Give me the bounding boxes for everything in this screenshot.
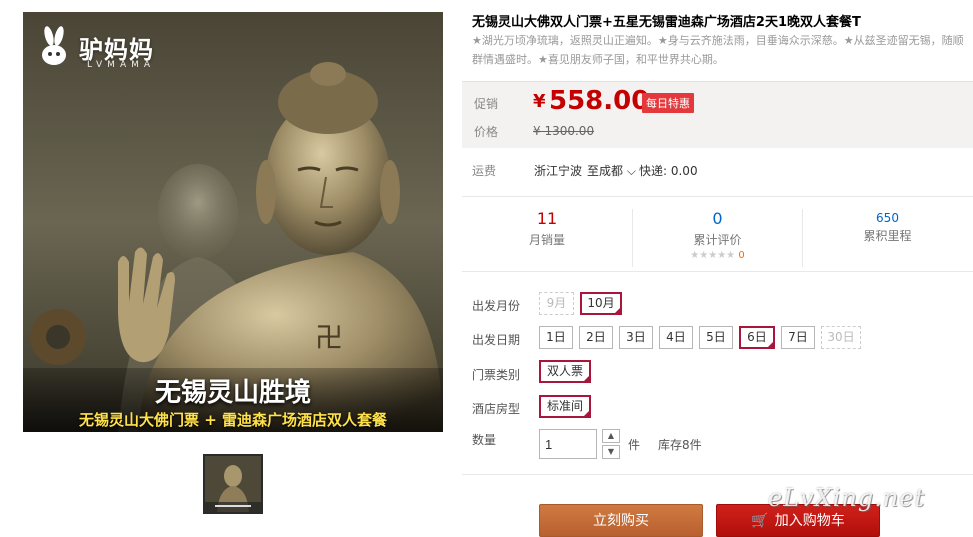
star-icons: ★★★★★ [690, 250, 736, 261]
caret-up-icon: ▲ [607, 431, 615, 440]
month-option-10[interactable]: 10月 [580, 292, 622, 317]
date-option-7[interactable]: 7日 [781, 326, 815, 349]
date-option-2[interactable]: 2日 [579, 326, 613, 349]
ticket-type-label: 门票类别 [472, 368, 521, 382]
caret-down-icon: ▼ [607, 447, 615, 456]
promo-price: 558.00 [549, 86, 650, 116]
quantity-label: 数量 [472, 433, 497, 447]
gallery-thumbnail[interactable] [203, 454, 263, 514]
review-label: 累计评价 [693, 233, 742, 247]
promo-currency: ¥ [533, 91, 546, 112]
mileage-label: 累积里程 [863, 229, 912, 243]
shipping-label: 运费 [472, 164, 497, 178]
date-option-1[interactable]: 1日 [539, 326, 573, 349]
stat-mileage: 650 累积里程 [802, 209, 972, 267]
add-to-cart-label: 加入购物车 [774, 513, 845, 529]
stats-bar: 11 月销量 0 累计评价 ★★★★★ 0 650 累积里程 [462, 196, 973, 272]
room-option-standard[interactable]: 标准间 [539, 395, 591, 420]
date-option-5[interactable]: 5日 [699, 326, 733, 349]
thumbnail-buddha-photo [205, 456, 261, 512]
rating-stars: ★★★★★ 0 [633, 250, 802, 261]
rating-count: 0 [738, 250, 745, 261]
stock-count: 库存8件 [658, 438, 702, 452]
site-watermark: eLvXing.net [768, 484, 926, 512]
stat-reviews[interactable]: 0 累计评价 ★★★★★ 0 [632, 209, 802, 267]
date-option-6[interactable]: 6日 [739, 326, 775, 351]
original-price: ¥ 1300.00 [533, 124, 595, 138]
date-option-30[interactable]: 30日 [821, 326, 861, 349]
rabbit-logo-icon [42, 26, 66, 65]
ship-from-location: 浙江宁波 [534, 164, 583, 178]
product-title: 无锡灵山大佛双人门票+五星无锡雷迪森广场酒店2天1晚双人套餐T [472, 15, 861, 30]
ship-destination-text: 至成都 [587, 164, 624, 178]
image-caption-title: 无锡灵山胜境 [154, 378, 311, 408]
promo-label: 促销 [474, 97, 499, 111]
product-main-image: 卍 驴妈妈 LVMAMA 无锡灵山胜境 无锡灵山大佛门票 + 雷迪森广场酒店双人… [23, 12, 443, 432]
daily-deal-badge: 每日特惠 [642, 93, 694, 113]
monthly-sales-count: 11 [536, 209, 558, 228]
stat-monthly-sales: 11 月销量 [462, 209, 632, 248]
image-caption-subtitle: 无锡灵山大佛门票 + 雷迪森广场酒店双人套餐 [78, 411, 387, 429]
buy-now-label: 立刻购买 [593, 513, 649, 529]
cart-icon: 🛒 [751, 513, 769, 529]
mileage-value: 650 [876, 211, 899, 225]
ticket-option-double[interactable]: 双人票 [539, 360, 591, 385]
monthly-sales-label: 月销量 [528, 233, 565, 247]
room-type-label: 酒店房型 [472, 402, 521, 416]
quantity-increase-button[interactable]: ▲ [602, 429, 620, 443]
quantity-unit: 件 [628, 438, 641, 452]
chevron-down-icon: ⌵ [623, 164, 636, 178]
product-subtitle: ★湖光万顷净琉璃，返照灵山正遍知。★身与云齐施法雨，目垂诲众示深慈。★从兹圣迹留… [472, 34, 964, 66]
price-label: 价格 [474, 125, 499, 139]
date-option-4[interactable]: 4日 [659, 326, 693, 349]
date-option-3[interactable]: 3日 [619, 326, 653, 349]
buy-now-button[interactable]: 立刻购买 [539, 504, 703, 537]
quantity-input[interactable] [539, 429, 597, 459]
date-label: 出发日期 [472, 333, 521, 347]
svg-text:卍: 卍 [315, 321, 343, 354]
shipping-method: 快递: 0.00 [639, 164, 698, 178]
ship-destination-select[interactable]: 至成都 ⌵ [587, 162, 636, 179]
review-count: 0 [712, 209, 723, 228]
logo-subtext: LVMAMA [87, 60, 156, 70]
divider [462, 474, 973, 475]
month-option-9[interactable]: 9月 [539, 292, 574, 315]
month-label: 出发月份 [472, 299, 521, 313]
quantity-decrease-button[interactable]: ▼ [602, 445, 620, 459]
price-box: 促销 ¥ 558.00 每日特惠 价格 ¥ 1300.00 [462, 81, 973, 148]
